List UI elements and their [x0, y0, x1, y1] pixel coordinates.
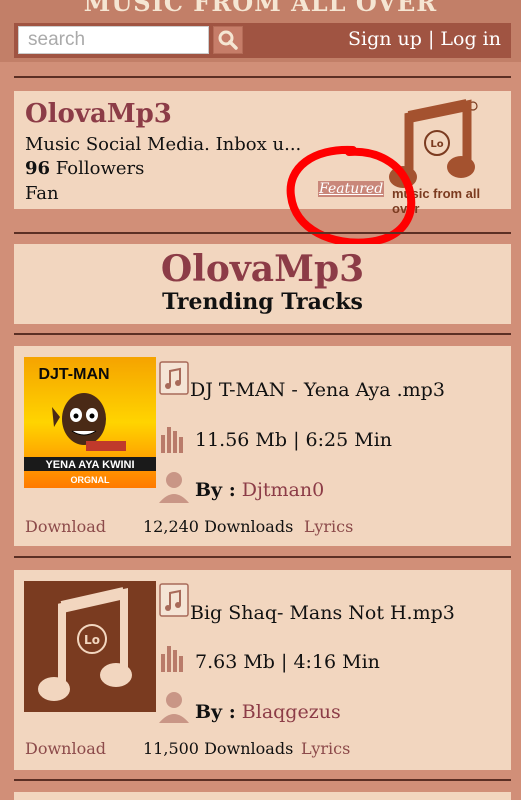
profile-name[interactable]: OlovaMp3	[25, 99, 172, 129]
artist-link[interactable]: Djtman0	[242, 479, 324, 501]
download-link[interactable]: Download	[25, 517, 106, 536]
download-count: 11,500 Downloads	[143, 739, 294, 758]
user-icon	[159, 472, 189, 503]
search-button[interactable]	[213, 26, 243, 54]
section-subtitle: Trending Tracks	[162, 289, 363, 315]
sign-up-link[interactable]: Sign up	[348, 28, 422, 50]
auth-links: Sign up | Log in	[348, 28, 501, 50]
lyrics-link[interactable]: Lyrics	[304, 517, 353, 536]
profile-followers: 96 Followers	[25, 158, 144, 179]
by-label: By :	[195, 479, 236, 501]
divider	[14, 232, 511, 234]
equalizer-icon	[161, 427, 183, 453]
track-card: Lo Big Shaq- Mans Not H.mp3 7.63 Mb | 4:…	[14, 570, 511, 770]
track-meta: 7.63 Mb | 4:16 Min	[195, 651, 380, 673]
music-note-icon	[159, 583, 189, 617]
track-artist: By : Blaqgezus	[195, 701, 341, 723]
followers-count: 96	[25, 158, 51, 179]
followers-label: Followers	[55, 158, 145, 179]
cover-logo-text: Lo	[84, 633, 100, 647]
track-artist: By : Djtman0	[195, 479, 324, 501]
divider	[14, 76, 511, 78]
divider	[14, 556, 511, 558]
track-meta: 11.56 Mb | 6:25 Min	[195, 429, 393, 451]
cover-title: DJT-MAN	[38, 366, 109, 383]
artist-link[interactable]: Blaqgezus	[242, 701, 341, 723]
by-label: By :	[195, 701, 236, 723]
auth-separator: |	[427, 28, 435, 50]
download-link[interactable]: Download	[25, 739, 106, 758]
track-card-partial	[14, 792, 511, 800]
track-title[interactable]: DJ T-MAN - Yena Aya .mp3	[190, 379, 445, 401]
section-header-card: OlovaMp3 Trending Tracks	[14, 244, 511, 324]
search-input[interactable]: search	[18, 26, 209, 54]
profile-card: OlovaMp3 Music Social Media. Inbox u... …	[14, 91, 511, 216]
profile-role: Fan	[25, 183, 59, 204]
profile-description: Music Social Media. Inbox u...	[25, 134, 302, 155]
site-banner: MUSIC FROM ALL OVER	[83, 0, 438, 17]
search-icon	[218, 30, 238, 50]
divider	[14, 779, 511, 781]
log-in-link[interactable]: Log in	[440, 28, 501, 50]
search-bar-row: search Sign up | Log in	[14, 23, 511, 58]
divider	[14, 333, 511, 335]
track-card: DJT-MAN YENA AYA KWINI ORGNAL DJ T-MAN -…	[14, 346, 511, 546]
logo-text: Lo	[430, 139, 443, 150]
section-title: OlovaMp3	[160, 248, 365, 290]
top-bar: MUSIC FROM ALL OVER search Sign up | Log…	[0, 0, 521, 62]
cover-bottom-text: YENA AYA KWINI	[45, 459, 134, 471]
user-icon	[159, 692, 189, 723]
red-circle-annotation	[286, 145, 416, 247]
equalizer-icon	[161, 646, 183, 672]
track-cover[interactable]: Lo	[24, 581, 156, 712]
lyrics-link[interactable]: Lyrics	[301, 739, 350, 758]
download-count: 12,240 Downloads	[143, 517, 294, 536]
music-note-icon	[159, 361, 189, 395]
cover-tag: ORGNAL	[71, 475, 110, 485]
track-title[interactable]: Big Shaq- Mans Not H.mp3	[190, 602, 455, 624]
track-cover[interactable]: DJT-MAN YENA AYA KWINI ORGNAL	[24, 357, 156, 488]
